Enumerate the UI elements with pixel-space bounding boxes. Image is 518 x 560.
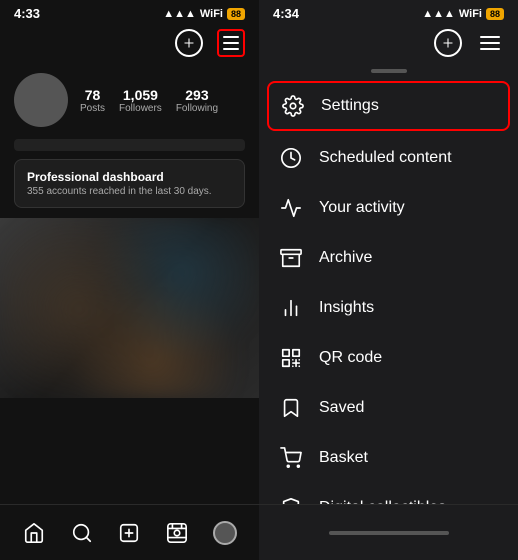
- following-count: 293: [185, 87, 208, 103]
- basket-label: Basket: [319, 449, 368, 467]
- menu-item-basket[interactable]: Basket: [259, 433, 518, 483]
- battery-icon: 88: [227, 8, 245, 20]
- followers-label: Followers: [119, 103, 162, 114]
- right-panel: 4:34 ▲▲▲ WiFi 88: [259, 0, 518, 560]
- archive-icon: [279, 246, 303, 270]
- menu-item-qr[interactable]: QR code: [259, 333, 518, 383]
- insights-label: Insights: [319, 299, 374, 317]
- hamburger-icon-right[interactable]: [476, 29, 504, 57]
- activity-icon: [279, 196, 303, 220]
- qr-icon: [279, 346, 303, 370]
- left-panel: 4:33 ▲▲▲ WiFi 88 78 Posts 1,059 Follower…: [0, 0, 259, 560]
- settings-label: Settings: [321, 97, 379, 115]
- new-post-icon-right[interactable]: [434, 29, 462, 57]
- top-icons-right: [259, 25, 518, 65]
- hamburger-button[interactable]: [217, 29, 245, 57]
- saved-label: Saved: [319, 399, 364, 417]
- menu-item-scheduled[interactable]: Scheduled content: [259, 133, 518, 183]
- reels-nav-icon[interactable]: [159, 515, 195, 551]
- menu-item-collectibles[interactable]: Digital collectibles: [259, 483, 518, 504]
- profile-background: [0, 218, 259, 398]
- dashboard-subtitle: 355 accounts reached in the last 30 days…: [27, 186, 232, 197]
- profile-section: 78 Posts 1,059 Followers 293 Following: [0, 65, 259, 135]
- collectibles-icon: [279, 496, 303, 504]
- settings-highlight-container: Settings ←: [267, 81, 510, 131]
- scheduled-icon: [279, 146, 303, 170]
- professional-dashboard[interactable]: Professional dashboard 355 accounts reac…: [14, 159, 245, 208]
- posts-count: 78: [85, 87, 101, 103]
- archive-label: Archive: [319, 249, 372, 267]
- avatar: [14, 73, 68, 127]
- profile-nav-icon[interactable]: [207, 515, 243, 551]
- new-post-icon[interactable]: [175, 29, 203, 57]
- posts-stat: 78 Posts: [80, 87, 105, 114]
- followers-stat: 1,059 Followers: [119, 87, 162, 114]
- basket-icon: [279, 446, 303, 470]
- posts-label: Posts: [80, 103, 105, 114]
- home-indicator: [329, 531, 449, 535]
- followers-count: 1,059: [123, 87, 158, 103]
- bottom-nav: [0, 504, 259, 560]
- signal-icon-right: ▲▲▲: [422, 8, 455, 20]
- menu-item-archive[interactable]: Archive: [259, 233, 518, 283]
- signal-icon: ▲▲▲: [163, 8, 196, 20]
- top-icons-left: [0, 25, 259, 65]
- bottom-nav-right: [259, 504, 518, 560]
- search-nav-icon[interactable]: [64, 515, 100, 551]
- time-right: 4:34: [273, 6, 299, 21]
- menu-item-saved[interactable]: Saved: [259, 383, 518, 433]
- insights-icon: [279, 296, 303, 320]
- menu-item-activity[interactable]: Your activity: [259, 183, 518, 233]
- add-nav-icon[interactable]: [111, 515, 147, 551]
- saved-icon: [279, 396, 303, 420]
- username-bar: [14, 139, 245, 151]
- qr-label: QR code: [319, 349, 382, 367]
- status-bar-right: 4:34 ▲▲▲ WiFi 88: [259, 0, 518, 25]
- settings-icon: [281, 94, 305, 118]
- menu-item-insights[interactable]: Insights: [259, 283, 518, 333]
- dashboard-title: Professional dashboard: [27, 170, 232, 184]
- home-nav-icon[interactable]: [16, 515, 52, 551]
- collectibles-label: Digital collectibles: [319, 499, 446, 504]
- following-label: Following: [176, 103, 218, 114]
- status-bar-left: 4:33 ▲▲▲ WiFi 88: [0, 0, 259, 25]
- battery-icon-right: 88: [486, 8, 504, 20]
- wifi-icon-right: WiFi: [459, 8, 482, 20]
- stats: 78 Posts 1,059 Followers 293 Following: [80, 87, 245, 114]
- menu-list: Settings ← Scheduled content Your activ: [259, 81, 518, 504]
- time-left: 4:33: [14, 6, 40, 21]
- activity-label: Your activity: [319, 199, 405, 217]
- following-stat: 293 Following: [176, 87, 218, 114]
- menu-item-settings[interactable]: Settings: [269, 83, 508, 129]
- scheduled-label: Scheduled content: [319, 149, 452, 167]
- wifi-icon: WiFi: [200, 8, 223, 20]
- drag-handle: [371, 69, 407, 73]
